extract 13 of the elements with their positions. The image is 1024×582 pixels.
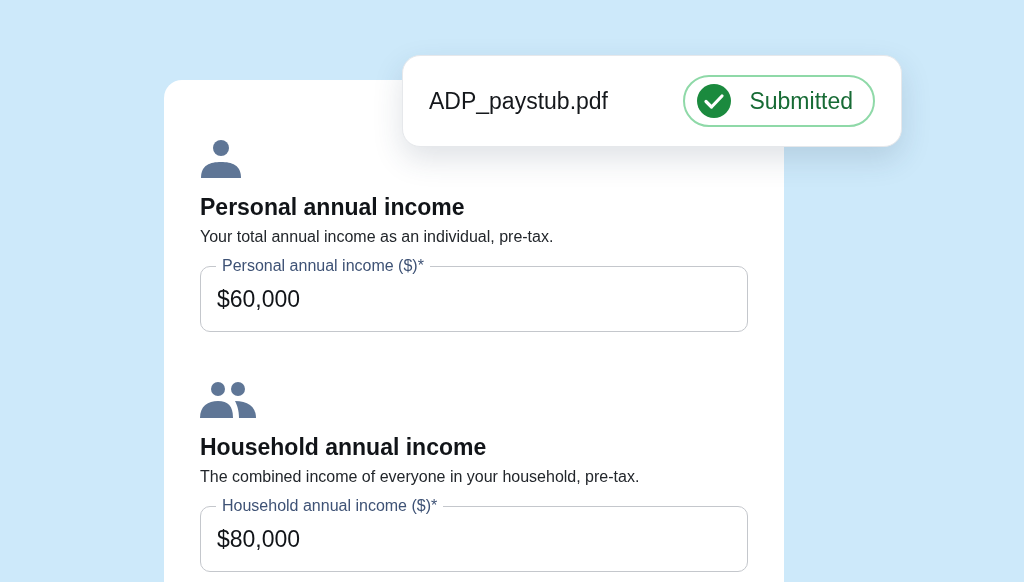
file-name: ADP_paystub.pdf (429, 86, 608, 116)
field-label: Personal annual income ($)* (221, 256, 425, 276)
income-input[interactable]: $80,000 (217, 522, 731, 557)
section-description: The combined income of everyone in your household, pre-tax. (200, 467, 641, 487)
section-title: Household annual income (200, 433, 488, 462)
income-input[interactable]: $60,000 (217, 282, 731, 317)
section-title: Personal annual income (200, 193, 466, 222)
status-label: Submitted (749, 86, 853, 116)
people-icon (200, 382, 256, 418)
field-label: Household annual income ($)* (221, 496, 439, 516)
person-icon (200, 138, 242, 178)
check-icon (697, 84, 732, 118)
section-description: Your total annual income as an individual, pre-tax. (200, 227, 555, 247)
